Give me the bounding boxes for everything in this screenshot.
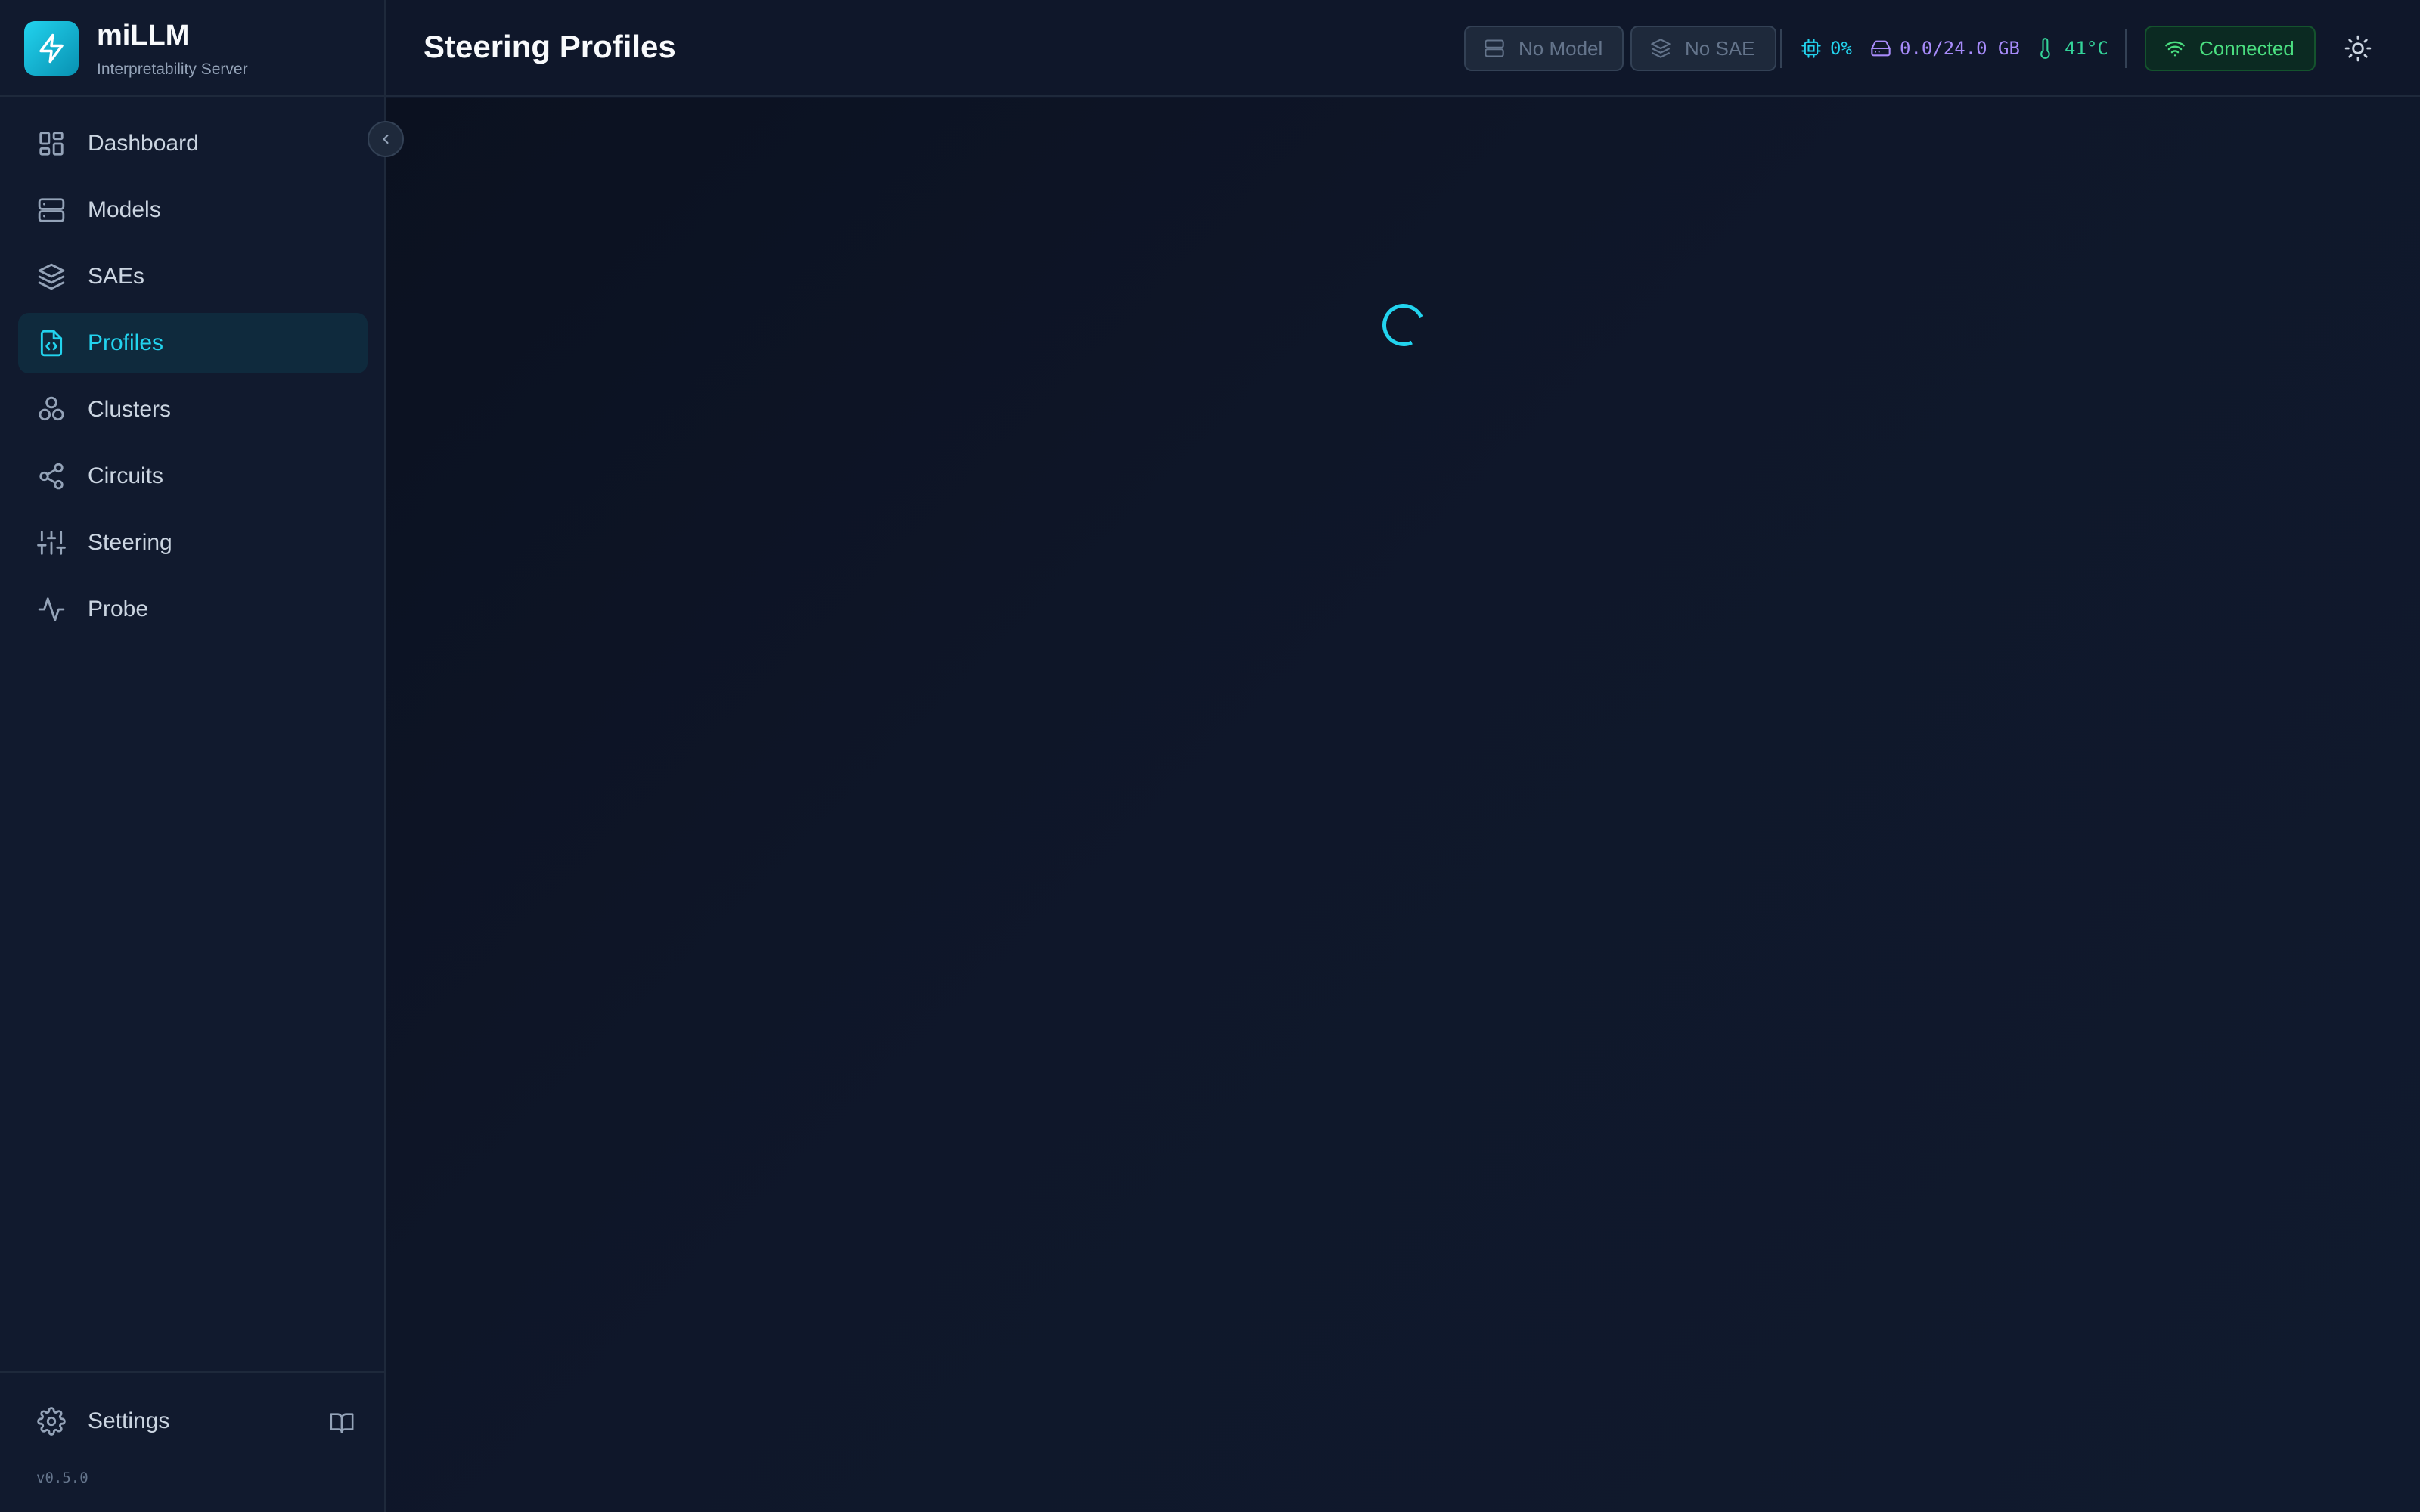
brand-header: miLLM Interpretability Server — [0, 0, 384, 97]
connection-status-badge[interactable]: Connected — [2145, 26, 2316, 71]
gpu-memory-value: 0.0/24.0 GB — [1900, 38, 2020, 59]
sae-status-badge[interactable]: No SAE — [1630, 26, 1776, 71]
sidebar-item-steering[interactable]: Steering — [18, 513, 368, 573]
book-open-icon[interactable] — [327, 1408, 357, 1438]
sun-icon — [2344, 35, 2372, 62]
model-status-text: No Model — [1519, 36, 1603, 60]
sae-status-text: No SAE — [1685, 36, 1755, 60]
app-version: v0.5.0 — [36, 1470, 88, 1486]
connection-status-text: Connected — [2199, 36, 2294, 60]
sidebar-item-label: Steering — [88, 530, 172, 555]
loading-spinner — [1376, 298, 1431, 352]
top-header: Steering Profiles No Model No SAE 0% 0.0… — [386, 0, 2420, 97]
sidebar-item-probe[interactable]: Probe — [18, 579, 368, 640]
sidebar-item-label: Dashboard — [88, 131, 199, 156]
sidebar-nav: Dashboard Models SAEs Profiles Clusters … — [18, 113, 368, 646]
settings-label: Settings — [88, 1408, 170, 1433]
gpu-util-value: 0% — [1830, 38, 1852, 59]
sidebar-item-label: Models — [88, 197, 161, 222]
server-icon — [1482, 36, 1506, 60]
boxes-icon — [36, 395, 67, 425]
model-status-badge[interactable]: No Model — [1464, 26, 1624, 71]
gpu-utilization: 0% — [1800, 33, 1852, 64]
brand-subtitle: Interpretability Server — [97, 60, 248, 78]
chevron-left-icon — [383, 134, 389, 144]
server-icon — [36, 195, 67, 225]
main-content — [386, 98, 2420, 1512]
activity-icon — [36, 594, 67, 624]
gpu-memory: 0.0/24.0 GB — [1869, 33, 2020, 64]
header-divider — [1780, 29, 1782, 68]
app-root: miLLM Interpretability Server Dashboard — [0, 0, 2420, 1512]
dashboard-icon — [36, 129, 67, 159]
sidebar-item-models[interactable]: Models — [18, 180, 368, 240]
sidebar: miLLM Interpretability Server Dashboard — [0, 0, 404, 1512]
sidebar-item-settings[interactable]: Settings — [36, 1406, 169, 1436]
gpu-temperature: 41°C — [2034, 33, 2108, 64]
header-divider — [2125, 29, 2127, 68]
sidebar-item-label: Probe — [88, 596, 149, 621]
lightning-logo-icon — [24, 21, 79, 76]
sidebar-footer: Settings v0.5.0 — [0, 1371, 384, 1512]
gpu-temp-value: 41°C — [2065, 38, 2108, 59]
thermometer-icon — [2034, 37, 2057, 60]
sidebar-item-label: Clusters — [88, 397, 172, 422]
sidebar-item-clusters[interactable]: Clusters — [18, 380, 368, 440]
layers-icon — [36, 262, 67, 292]
cpu-icon — [1800, 37, 1823, 60]
theme-toggle-button[interactable] — [2340, 30, 2376, 67]
hard-drive-icon — [1869, 37, 1892, 60]
wifi-icon — [2163, 36, 2187, 60]
file-code-icon — [36, 328, 67, 358]
brand-name: miLLM — [97, 20, 190, 51]
sidebar-item-profiles[interactable]: Profiles — [18, 313, 368, 373]
share-icon — [36, 461, 67, 491]
sliders-icon — [36, 528, 67, 558]
layers-icon — [1649, 36, 1673, 60]
gear-icon — [36, 1406, 67, 1436]
sidebar-item-saes[interactable]: SAEs — [18, 246, 368, 307]
sidebar-item-dashboard[interactable]: Dashboard — [18, 113, 368, 174]
sidebar-item-label: SAEs — [88, 264, 145, 289]
sidebar-item-label: Profiles — [88, 330, 164, 355]
sidebar-item-circuits[interactable]: Circuits — [18, 446, 368, 507]
collapse-sidebar-button[interactable] — [368, 121, 404, 157]
sidebar-item-label: Circuits — [88, 463, 164, 488]
page-title: Steering Profiles — [424, 29, 676, 64]
